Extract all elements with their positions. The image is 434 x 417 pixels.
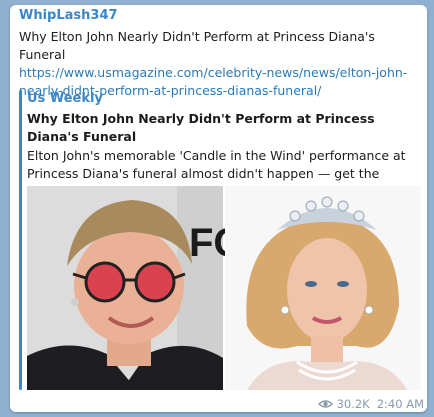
message-time: 2:40 AM [376,397,424,411]
eye-icon [317,400,333,408]
preview-accent-bar [19,90,22,390]
author-name[interactable]: WhipLash347 [19,8,118,23]
message-text: Why Elton John Nearly Didn't Perform at … [19,29,375,62]
preview-image[interactable]: FOX [27,186,421,390]
photo-princess-diana [225,186,421,390]
preview-title: Why Elton John Nearly Didn't Perform at … [27,111,375,144]
view-count: 30.2K [336,397,370,411]
preview-photo-collage: FOX [27,186,421,390]
link-preview[interactable]: Us Weekly Why Elton John Nearly Didn't P… [19,90,421,390]
message-meta: 30.2K 2:40 AM [317,397,424,411]
preview-site-name: Us Weekly [27,91,103,106]
